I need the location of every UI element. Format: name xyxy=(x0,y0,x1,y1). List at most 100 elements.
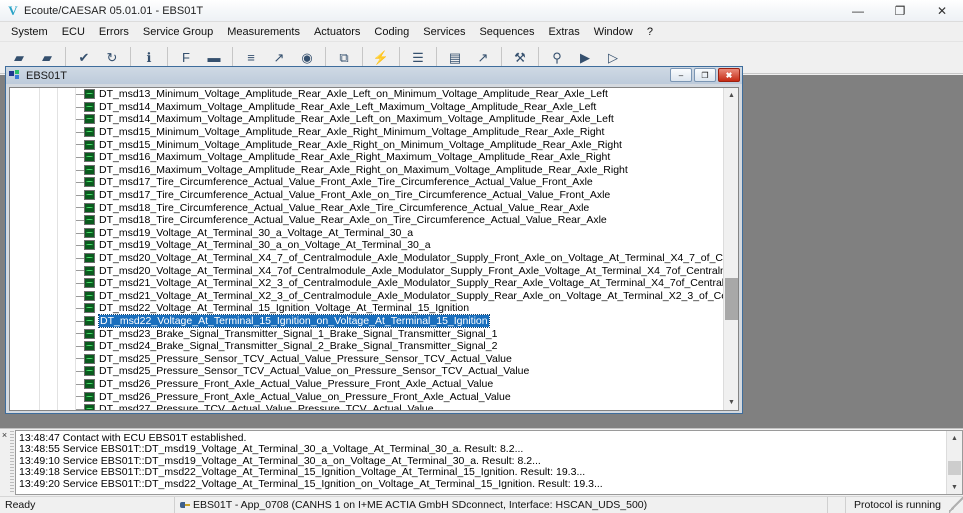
measurement-node-icon xyxy=(84,366,95,376)
service-tree[interactable]: DT_msd13_Minimum_Voltage_Amplitude_Rear_… xyxy=(10,88,723,410)
tree-node[interactable]: DT_msd15_Minimum_Voltage_Amplitude_Rear_… xyxy=(10,138,723,151)
tree-connector-line xyxy=(76,346,84,347)
tree-node[interactable]: DT_msd24_Brake_Signal_Transmitter_Signal… xyxy=(10,340,723,353)
menu-actuators[interactable]: Actuators xyxy=(307,24,367,40)
log-scroll-thumb[interactable] xyxy=(948,461,961,475)
tree-node[interactable]: DT_msd25_Pressure_Sensor_TCV_Actual_Valu… xyxy=(10,365,723,378)
tree-node[interactable]: DT_msd15_Minimum_Voltage_Amplitude_Rear_… xyxy=(10,126,723,139)
tree-node[interactable]: DT_msd27_Pressure_TCV_Actual_Value_Press… xyxy=(10,403,723,410)
tree-node-label: DT_msd18_Tire_Circumference_Actual_Value… xyxy=(99,214,607,226)
status-protocol: Protocol is running xyxy=(846,497,949,513)
disconnect-ecu-icon-glyph: ▰ xyxy=(42,50,52,66)
measurements-icon-glyph: ≡ xyxy=(247,50,255,65)
menu-window[interactable]: Window xyxy=(587,24,640,40)
tree-node[interactable]: DT_msd18_Tire_Circumference_Actual_Value… xyxy=(10,201,723,214)
tree-node[interactable]: DT_msd25_Pressure_Sensor_TCV_Actual_Valu… xyxy=(10,352,723,365)
tree-node[interactable]: DT_msd17_Tire_Circumference_Actual_Value… xyxy=(10,189,723,202)
coding-icon-glyph: ▤ xyxy=(449,50,461,66)
tree-node[interactable]: DT_msd26_Pressure_Front_Axle_Actual_Valu… xyxy=(10,378,723,391)
menu-measurements[interactable]: Measurements xyxy=(220,24,307,40)
tree-connector-line xyxy=(76,333,84,334)
tree-connector-line xyxy=(76,245,84,246)
tree-connector-line xyxy=(76,296,84,297)
tree-node-label: DT_msd14_Maximum_Voltage_Amplitude_Rear_… xyxy=(99,113,614,125)
tree-node-label: DT_msd14_Maximum_Voltage_Amplitude_Rear_… xyxy=(99,101,596,113)
resize-grip[interactable] xyxy=(949,497,963,513)
tree-node-label: DT_msd21_Voltage_At_Terminal_X2_3_of_Cen… xyxy=(99,277,723,289)
tree-node[interactable]: DT_msd13_Minimum_Voltage_Amplitude_Rear_… xyxy=(10,88,723,101)
measurement-node-icon xyxy=(84,379,95,389)
log-listbox[interactable]: 13:48:47 Contact with ECU EBS01T establi… xyxy=(15,430,963,495)
tree-node[interactable]: DT_msd14_Maximum_Voltage_Amplitude_Rear_… xyxy=(10,101,723,114)
tree-node[interactable]: DT_msd21_Voltage_At_Terminal_X2_3_of_Cen… xyxy=(10,277,723,290)
menu-help[interactable]: ? xyxy=(640,24,660,40)
log-line[interactable]: 13:49:20 Service EBS01T::DT_msd22_Voltag… xyxy=(19,479,946,490)
tree-node[interactable]: DT_msd20_Voltage_At_Terminal_X4_7of_Cent… xyxy=(10,264,723,277)
tree-node[interactable]: DT_msd21_Voltage_At_Terminal_X2_3_of_Cen… xyxy=(10,290,723,303)
menu-system[interactable]: System xyxy=(4,24,55,40)
menu-service-group[interactable]: Service Group xyxy=(136,24,220,40)
measurement-node-icon xyxy=(84,228,95,238)
search-icon-glyph: ⚲ xyxy=(552,50,562,66)
measurement-node-icon xyxy=(84,253,95,263)
tree-scroll-up-icon[interactable]: ▲ xyxy=(724,88,739,103)
tree-node[interactable]: DT_msd20_Voltage_At_Terminal_X4_7_of_Cen… xyxy=(10,252,723,265)
measurement-node-icon xyxy=(84,114,95,124)
fault-memory-icon-glyph: F xyxy=(182,50,190,65)
measurement-node-icon xyxy=(84,203,95,213)
mdi-minimize-button[interactable]: – xyxy=(670,68,692,82)
menu-errors[interactable]: Errors xyxy=(92,24,136,40)
measurement-node-icon xyxy=(84,303,95,313)
menu-services[interactable]: Services xyxy=(416,24,472,40)
menu-extras[interactable]: Extras xyxy=(542,24,587,40)
tree-node-label: DT_msd20_Voltage_At_Terminal_X4_7of_Cent… xyxy=(99,265,723,277)
mdi-close-button[interactable]: ✖ xyxy=(718,68,740,82)
tree-node[interactable]: DT_msd19_Voltage_At_Terminal_30_a_Voltag… xyxy=(10,227,723,240)
ecu-info-icon-glyph: ℹ xyxy=(147,50,152,66)
log-scroll-up-icon[interactable]: ▲ xyxy=(947,431,962,445)
tree-connector-line xyxy=(76,409,84,410)
mdi-child-titlebar[interactable]: EBS01T – ❐ ✖ xyxy=(6,67,742,84)
tree-node-label: DT_msd17_Tire_Circumference_Actual_Value… xyxy=(99,189,610,201)
minimize-button[interactable]: — xyxy=(837,0,879,22)
tree-node[interactable]: DT_msd14_Maximum_Voltage_Amplitude_Rear_… xyxy=(10,113,723,126)
tree-connector-line xyxy=(76,371,84,372)
log-drag-grip[interactable] xyxy=(10,431,14,494)
tree-node[interactable]: DT_msd23_Brake_Signal_Transmitter_Signal… xyxy=(10,327,723,340)
mdi-child-controls: – ❐ ✖ xyxy=(670,68,740,82)
tree-node[interactable]: DT_msd22_Voltage_At_Terminal_15_Ignition… xyxy=(10,302,723,315)
tree-node-label: DT_msd27_Pressure_TCV_Actual_Value_Press… xyxy=(99,403,434,410)
tree-node[interactable]: DT_msd22_Voltage_At_Terminal_15_Ignition… xyxy=(10,315,723,328)
tree-node[interactable]: DT_msd17_Tire_Circumference_Actual_Value… xyxy=(10,176,723,189)
tree-node[interactable]: DT_msd16_Maximum_Voltage_Amplitude_Rear_… xyxy=(10,151,723,164)
log-scroll-down-icon[interactable]: ▼ xyxy=(947,480,962,494)
close-button[interactable]: ✕ xyxy=(921,0,963,22)
menubar: SystemECUErrorsService GroupMeasurements… xyxy=(0,22,963,42)
measurement-node-icon xyxy=(84,89,95,99)
mdi-restore-button[interactable]: ❐ xyxy=(694,68,716,82)
measurement-node-icon xyxy=(84,404,95,410)
tree-node[interactable]: DT_msd26_Pressure_Front_Axle_Actual_Valu… xyxy=(10,390,723,403)
log-close-icon[interactable]: × xyxy=(0,429,9,496)
refresh-ecu-icon-glyph: ↻ xyxy=(107,50,118,66)
log-line[interactable]: 13:49:18 Service EBS01T::DT_msd22_Voltag… xyxy=(19,467,946,478)
measurement-node-icon xyxy=(84,215,95,225)
menu-coding[interactable]: Coding xyxy=(367,24,416,40)
maximize-button[interactable]: ❐ xyxy=(879,0,921,22)
tree-node-label: DT_msd25_Pressure_Sensor_TCV_Actual_Valu… xyxy=(99,353,512,365)
log-vertical-scrollbar[interactable]: ▲ ▼ xyxy=(946,431,962,494)
measurement-node-icon xyxy=(84,291,95,301)
tree-node[interactable]: DT_msd19_Voltage_At_Terminal_30_a_on_Vol… xyxy=(10,239,723,252)
connection-plug-icon xyxy=(180,501,190,509)
flash-icon-glyph: ⚡ xyxy=(373,50,389,66)
tree-node[interactable]: DT_msd18_Tire_Circumference_Actual_Value… xyxy=(10,214,723,227)
tree-scroll-down-icon[interactable]: ▼ xyxy=(724,395,739,410)
tree-node-label: DT_msd18_Tire_Circumference_Actual_Value… xyxy=(99,202,589,214)
menu-sequences[interactable]: Sequences xyxy=(472,24,541,40)
tree-connector-line xyxy=(76,396,84,397)
tree-scroll-thumb[interactable] xyxy=(725,278,738,320)
tree-node-label: DT_msd16_Maximum_Voltage_Amplitude_Rear_… xyxy=(99,151,610,163)
menu-ecu[interactable]: ECU xyxy=(55,24,92,40)
tree-vertical-scrollbar[interactable]: ▲ ▼ xyxy=(723,88,738,410)
tree-node[interactable]: DT_msd16_Maximum_Voltage_Amplitude_Rear_… xyxy=(10,164,723,177)
